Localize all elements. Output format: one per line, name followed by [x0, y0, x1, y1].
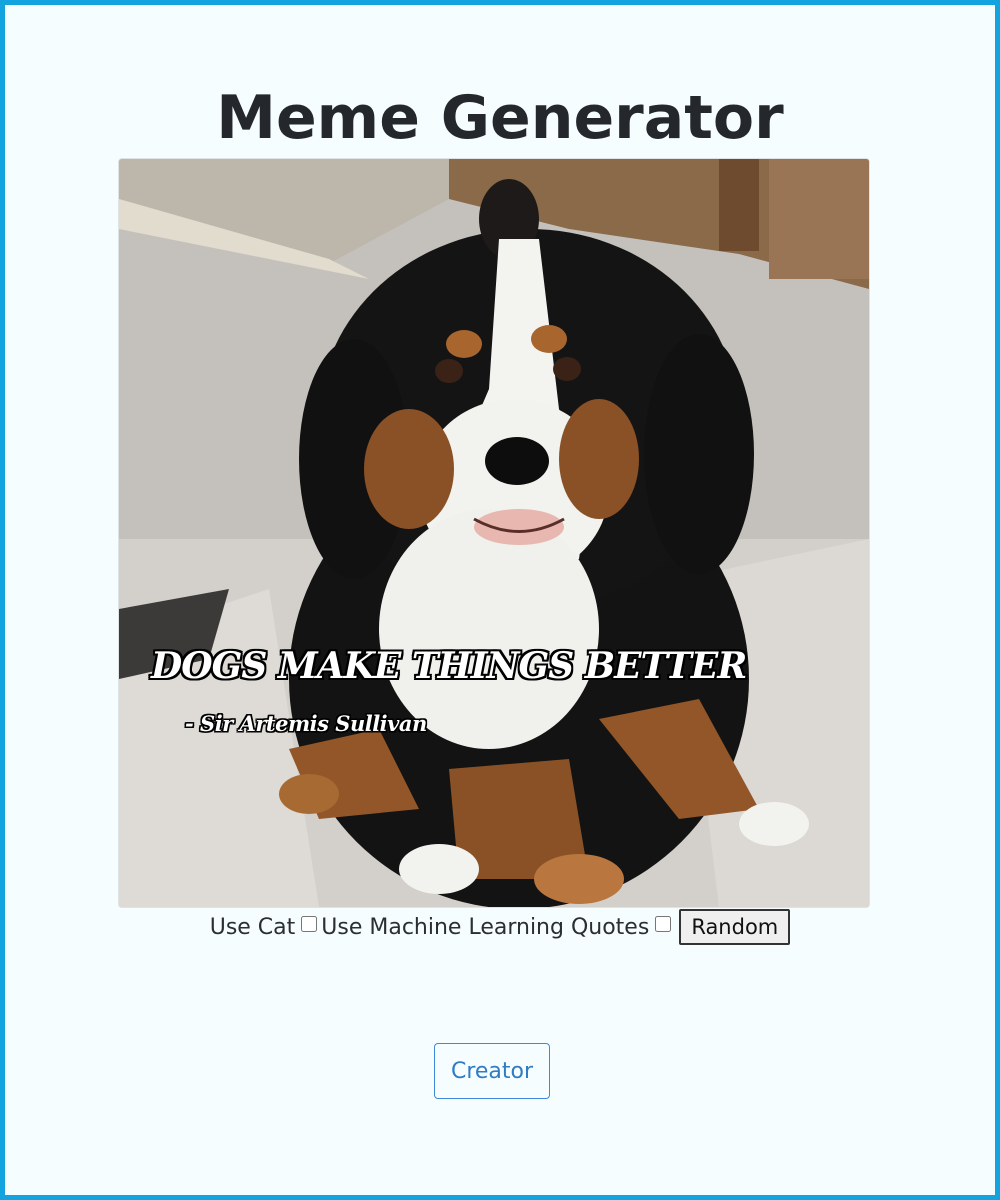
use-cat-checkbox[interactable] [301, 916, 318, 932]
use-ml-quotes-label: Use Machine Learning Quotes [321, 914, 650, 940]
dog-photo [119, 159, 869, 907]
meme-quote-text: DOGS MAKE THINGS BETTER [151, 645, 747, 687]
meme-controls: Use Cat Use Machine Learning Quotes Rand… [5, 909, 995, 945]
meme-author-text: - Sir Artemis Sullivan [185, 711, 427, 736]
use-ml-quotes-option[interactable]: Use Machine Learning Quotes [321, 915, 675, 940]
random-button[interactable]: Random [679, 909, 791, 945]
meme-image: DOGS MAKE THINGS BETTER - Sir Artemis Su… [118, 158, 870, 908]
use-ml-quotes-checkbox[interactable] [655, 916, 672, 932]
use-cat-option[interactable]: Use Cat [210, 915, 322, 940]
page-title: Meme Generator [216, 83, 784, 153]
creator-button[interactable]: Creator [434, 1043, 550, 1099]
use-cat-label: Use Cat [209, 914, 296, 940]
